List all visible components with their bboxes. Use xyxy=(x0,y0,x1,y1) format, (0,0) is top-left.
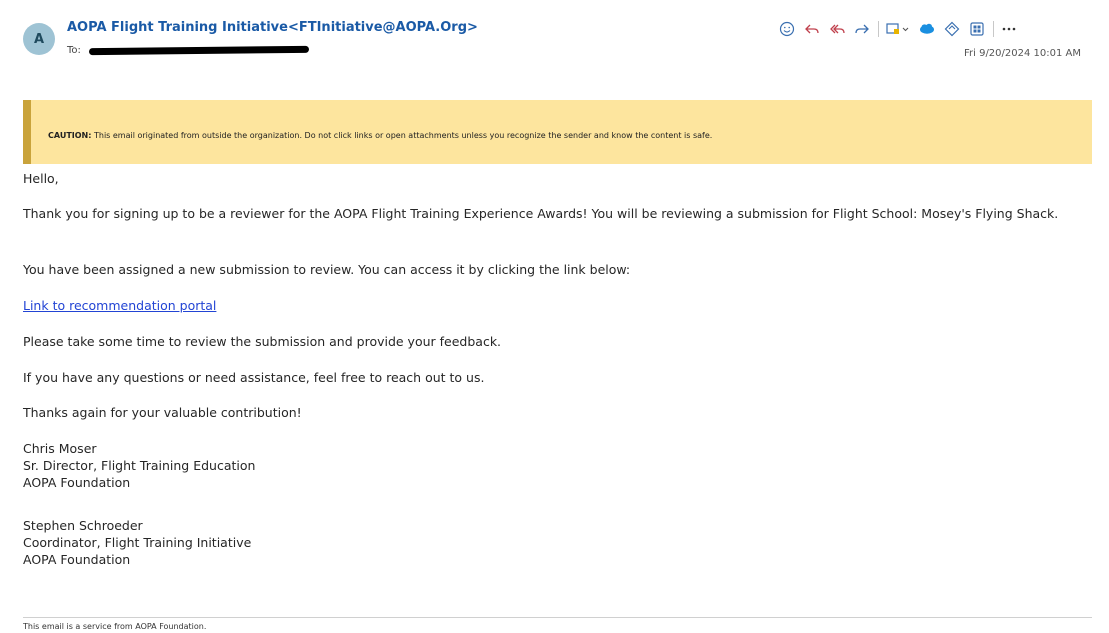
received-timestamp: Fri 9/20/2024 10:01 AM xyxy=(963,48,1081,59)
caution-message: This email originated from outside the o… xyxy=(91,131,713,140)
signature-name: Stephen Schroeder xyxy=(23,518,143,533)
recommendation-portal-link[interactable]: Link to recommendation portal xyxy=(23,298,216,313)
body-paragraph: You have been assigned a new submission … xyxy=(23,262,631,277)
footer-text: This email is a service from AOPA Founda… xyxy=(23,622,207,631)
toolbar-divider xyxy=(993,21,994,37)
salesforce-icon[interactable] xyxy=(918,20,936,38)
grid-icon[interactable] xyxy=(968,20,986,38)
body-paragraph: Thanks again for your valuable contribut… xyxy=(23,405,302,420)
reply-icon[interactable] xyxy=(803,20,821,38)
sender-name[interactable]: AOPA Flight Training Initiative<FTInitia… xyxy=(67,20,478,35)
signature-name: Chris Moser xyxy=(23,441,97,456)
external-caution-banner: CAUTION: This email originated from outs… xyxy=(23,100,1092,164)
portal-link-wrapper: Link to recommendation portal xyxy=(23,297,1083,314)
footer-divider xyxy=(23,617,1092,618)
greeting: Hello, xyxy=(23,171,59,186)
reply-all-icon[interactable] xyxy=(828,20,846,38)
body-paragraph: Please take some time to review the subm… xyxy=(23,334,502,349)
message-actions-toolbar xyxy=(778,19,1025,39)
caution-text: CAUTION: This email originated from outs… xyxy=(48,131,712,140)
more-icon[interactable] xyxy=(1000,20,1018,38)
body-paragraph: Thank you for signing up to be a reviewe… xyxy=(23,206,1059,221)
signature-title: Coordinator, Flight Training Initiative xyxy=(23,535,252,550)
smiley-icon[interactable] xyxy=(778,20,796,38)
signature-title: Sr. Director, Flight Training Education xyxy=(23,458,256,473)
signature-org: AOPA Foundation xyxy=(23,552,131,567)
signature-org: AOPA Foundation xyxy=(23,475,131,490)
body-paragraph: If you have any questions or need assist… xyxy=(23,370,485,385)
signature-block: Stephen Schroeder Coordinator, Flight Tr… xyxy=(23,517,1083,568)
recipient-row: To: xyxy=(67,45,309,56)
to-label: To: xyxy=(67,45,81,56)
signature-block: Chris Moser Sr. Director, Flight Trainin… xyxy=(23,440,1083,491)
message-header: A AOPA Flight Training Initiative<FTInit… xyxy=(0,0,1109,90)
caution-label: CAUTION: xyxy=(48,131,92,140)
redacted-recipient xyxy=(88,45,309,56)
sender-avatar[interactable]: A xyxy=(23,23,55,55)
toolbar-divider xyxy=(878,21,879,37)
forward-icon[interactable] xyxy=(853,20,871,38)
diamond-icon[interactable] xyxy=(943,20,961,38)
apps-icon[interactable] xyxy=(885,20,911,38)
